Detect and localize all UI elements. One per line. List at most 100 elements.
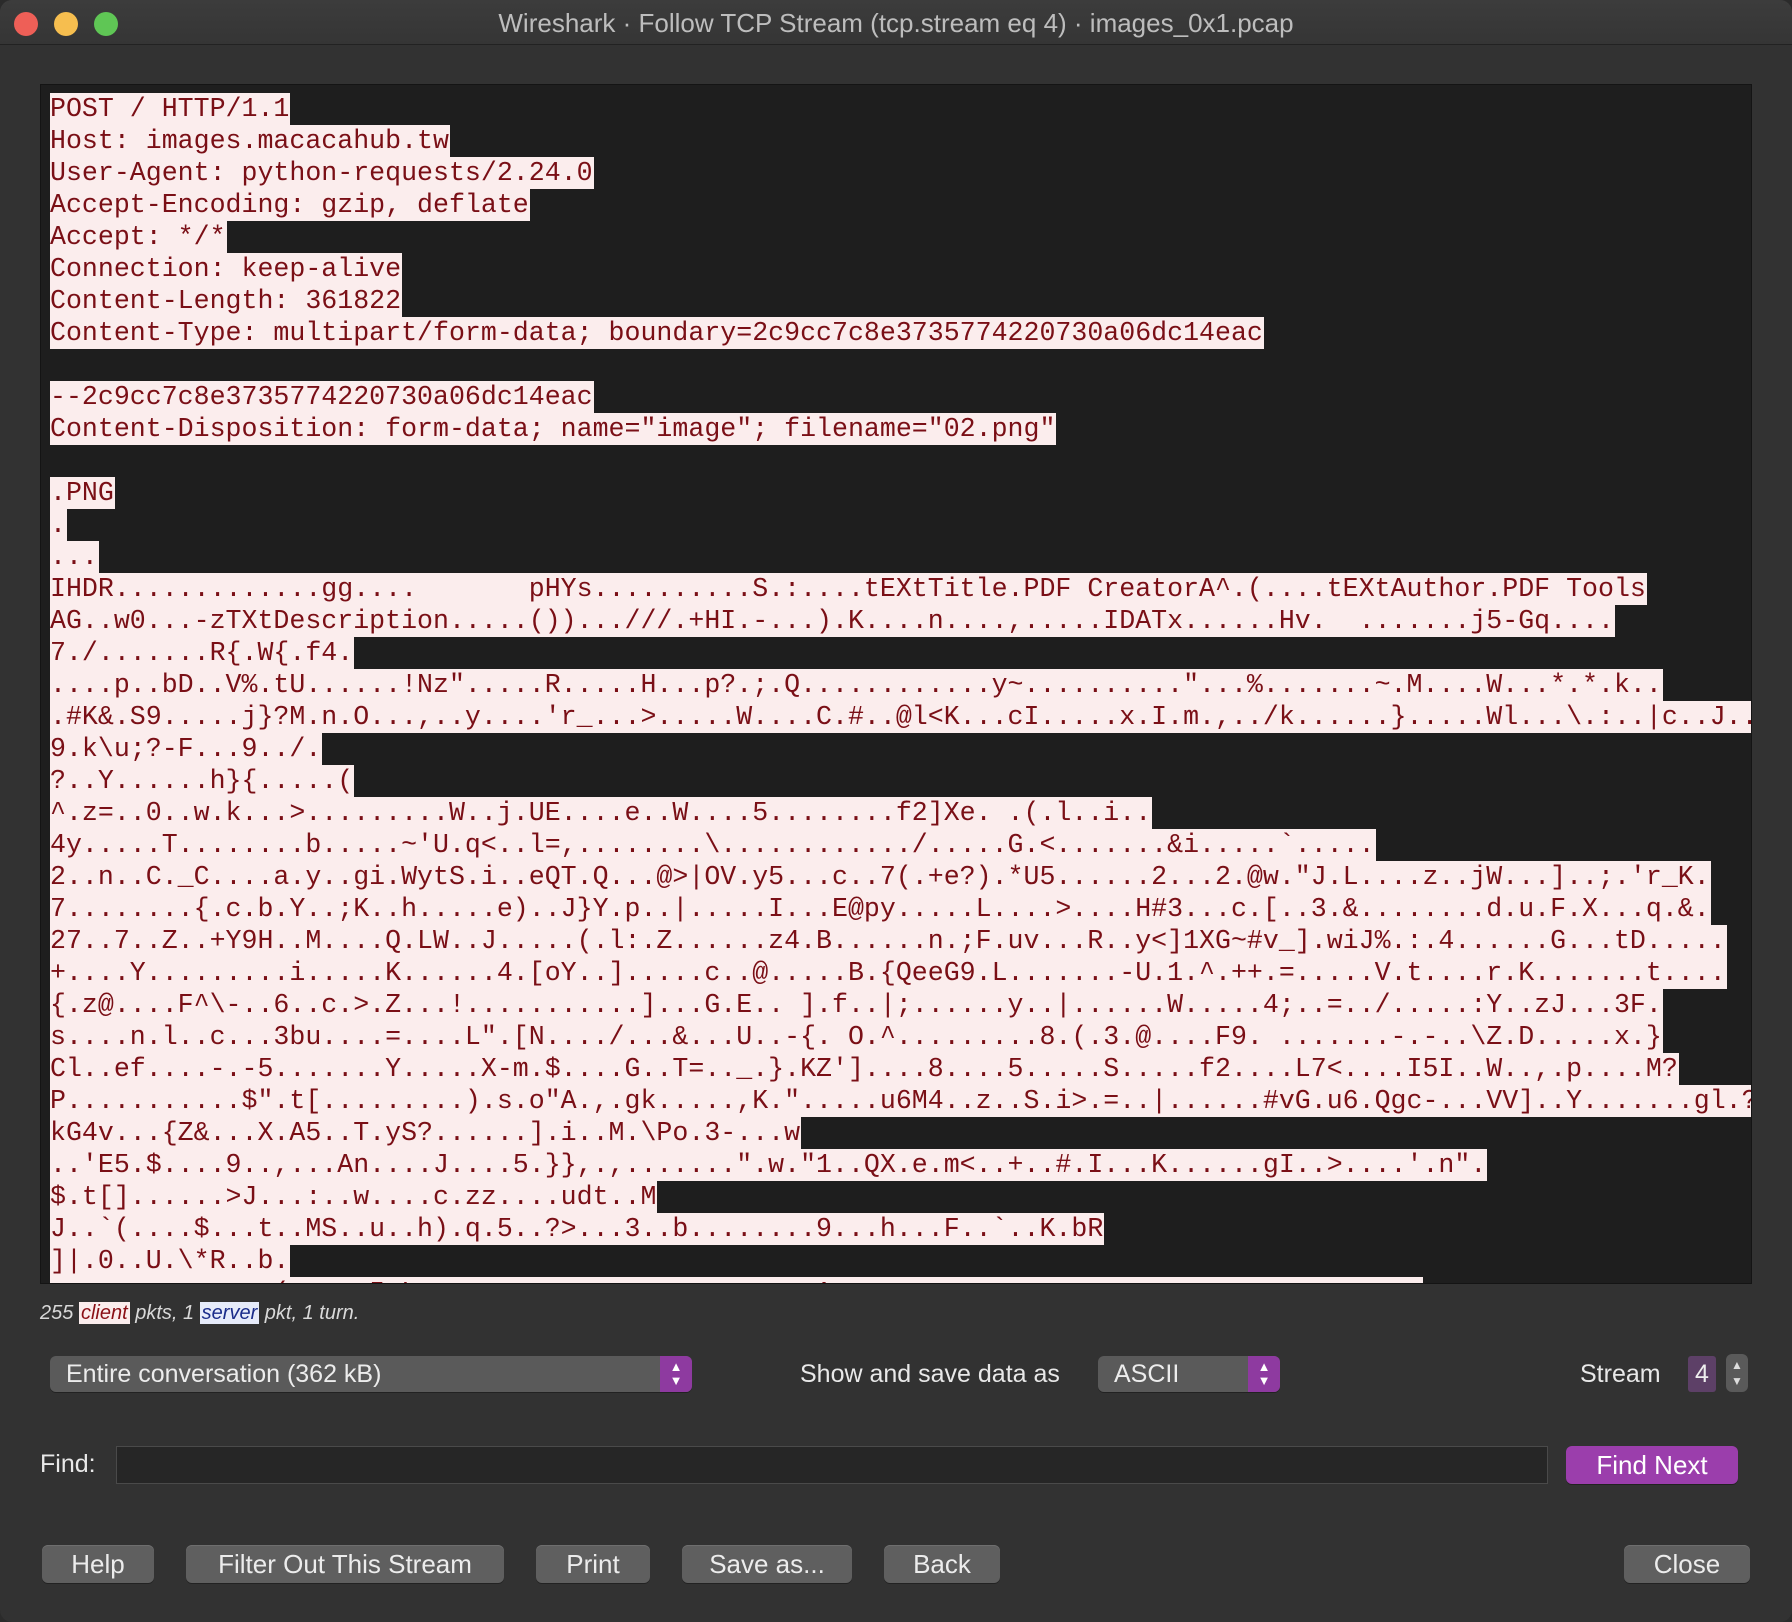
- stream-line-text: ]|.0..U.\*R..b.: [50, 1245, 291, 1277]
- follow-tcp-stream-window: Wireshark · Follow TCP Stream (tcp.strea…: [0, 0, 1792, 1622]
- stream-line: Cl..ef....-.-5.......Y.....X-m.$....G..T…: [50, 1053, 1751, 1085]
- stream-line: --2c9cc7c8e3735774220730a06dc14eac: [50, 381, 1751, 413]
- stream-line-text: --2c9cc7c8e3735774220730a06dc14eac: [50, 381, 594, 413]
- data-format-value: ASCII: [1114, 1360, 1180, 1388]
- stream-line-text: Cl..ef....-.-5.......Y.....X-m.$....G..T…: [50, 1053, 1679, 1085]
- stream-line: 9.k\u;?-F...9../.: [50, 733, 1751, 765]
- stream-text: POST / HTTP/1.1 Host: images.macacahub.tw…: [50, 93, 1751, 1283]
- conversation-select-value: Entire conversation (362 kB): [66, 1360, 382, 1388]
- stream-line-text: J..`(....$...t..MS..u..h).q.5..?>...3..b…: [50, 1213, 1105, 1245]
- stream-line-text: ...: [50, 541, 99, 573]
- stream-line: +....Y.........i.....K......4.[oY..]....…: [50, 957, 1751, 989]
- stream-line-text: User-Agent: python-requests/2.24.0: [50, 157, 594, 189]
- stream-line-text: Content-Disposition: form-data; name="im…: [50, 413, 1057, 445]
- stream-line-text: 2..n..C._C....a.y..gi.WytS.i..eQT.Q...@>…: [50, 861, 1711, 893]
- stream-line-text: kG4v...{Z&...X.A5..T.yS?......].i..M.\Po…: [50, 1117, 802, 1149]
- server-label: server: [199, 1302, 260, 1324]
- stream-line: ....p..bD..V%.tU......!Nz".....R.....H..…: [50, 669, 1751, 701]
- stream-line: J..`(....$...t..MS..u..h).q.5..?>...3..b…: [50, 1213, 1751, 1245]
- stream-content-view[interactable]: POST / HTTP/1.1 Host: images.macacahub.tw…: [40, 84, 1752, 1284]
- stream-line: Content-Disposition: form-data; name="im…: [50, 413, 1751, 445]
- stream-line: 7........{.c.b.Y..;K..h.....e)..J}Y.p..|…: [50, 893, 1751, 925]
- stream-line: IHDR.............gg.... pHYs..........S.…: [50, 573, 1751, 605]
- stream-line: [50, 349, 1751, 381]
- stream-line: ...: [50, 541, 1751, 573]
- stream-line: ..'E5.$....9..,...An....J....5.}},.,....…: [50, 1149, 1751, 1181]
- client-label: client: [78, 1302, 130, 1324]
- stepper-up-icon[interactable]: ▲: [1731, 1358, 1743, 1372]
- stream-line: ]|.0..U.\*R..b.: [50, 1245, 1751, 1277]
- stream-line-text: +....Y.........i.....K......4.[oY..]....…: [50, 957, 1727, 989]
- stream-line: P...........$".t[.........).s.o"A.,.gk..…: [50, 1085, 1751, 1117]
- find-label: Find:: [40, 1450, 96, 1478]
- stream-line-text: {.z@....F^\-..6..c.>.Z...!...........]..…: [50, 989, 1663, 1021]
- stats-prefix: 255: [40, 1302, 79, 1324]
- stream-line: Content-Length: 361822: [50, 285, 1751, 317]
- stream-line-text: ....p..bD..V%.tU......!Nz".....R.....H..…: [50, 669, 1663, 701]
- stream-stepper[interactable]: ▲ ▼: [1726, 1354, 1748, 1392]
- stream-number-field[interactable]: 4: [1688, 1356, 1716, 1392]
- save-as-button[interactable]: Save as...: [682, 1545, 852, 1583]
- stream-line-text: Host: images.macacahub.tw: [50, 125, 450, 157]
- stream-line: [50, 445, 1751, 477]
- stream-line-text: .PNG: [50, 477, 115, 509]
- stream-line-text: .#K&.S9.....j}?M.n.O...,..y....'r_...>..…: [50, 701, 1751, 733]
- stream-line-text: Content-Length: 361822: [50, 285, 403, 317]
- stream-line-text: IHDR.............gg.... pHYs..........S.…: [50, 573, 1647, 605]
- stream-line: .#K&.S9.....j}?M.n.O...,..y....'r_...>..…: [50, 701, 1751, 733]
- chevron-updown-icon: ▲ ▼: [660, 1356, 692, 1392]
- stream-line-text: 7./.......R{.W{.f4.: [50, 637, 355, 669]
- stream-line: ..........,...(.....5.L.................…: [50, 1277, 1751, 1283]
- stream-line-text: $.t[]......>J...:..w....c.zz....udt..M: [50, 1181, 658, 1213]
- stream-line-text: 4y.....T........b.....~'U.q<..l=,.......…: [50, 829, 1376, 861]
- find-input[interactable]: [116, 1446, 1548, 1484]
- stream-line: .: [50, 509, 1751, 541]
- stream-line-text: AG..w0...-zTXtDescription.....())...///.…: [50, 605, 1615, 637]
- chevron-updown-icon: ▲ ▼: [1248, 1356, 1280, 1392]
- back-button[interactable]: Back: [884, 1545, 1000, 1583]
- stream-line-text: 7........{.c.b.Y..;K..h.....e)..J}Y.p..|…: [50, 893, 1711, 925]
- stream-line-text: Accept-Encoding: gzip, deflate: [50, 189, 530, 221]
- stream-line-text: .: [50, 509, 67, 541]
- title-bar: Wireshark · Follow TCP Stream (tcp.strea…: [0, 0, 1792, 45]
- stream-line-text: POST / HTTP/1.1: [50, 93, 291, 125]
- stream-line: AG..w0...-zTXtDescription.....())...///.…: [50, 605, 1751, 637]
- stream-line: Accept-Encoding: gzip, deflate: [50, 189, 1751, 221]
- stream-line: Content-Type: multipart/form-data; bound…: [50, 317, 1751, 349]
- print-button[interactable]: Print: [536, 1545, 650, 1583]
- close-button[interactable]: Close: [1624, 1545, 1750, 1583]
- stream-line: kG4v...{Z&...X.A5..T.yS?......].i..M.\Po…: [50, 1117, 1751, 1149]
- stream-line: ^.z=..0..w.k...>.........W..j.UE....e..W…: [50, 797, 1751, 829]
- stream-line-text: Content-Type: multipart/form-data; bound…: [50, 317, 1264, 349]
- help-button[interactable]: Help: [42, 1545, 154, 1583]
- conversation-select[interactable]: Entire conversation (362 kB) ▲ ▼: [50, 1356, 692, 1392]
- stream-line: ?..Y......h}{.....(: [50, 765, 1751, 797]
- stream-line: {.z@....F^\-..6..c.>.Z...!...........]..…: [50, 989, 1751, 1021]
- stream-line: Accept: */*: [50, 221, 1751, 253]
- stats-suffix: pkt, 1 turn.: [259, 1302, 360, 1324]
- stream-line: s....n.l..c...3bu....=....L".[N..../...&…: [50, 1021, 1751, 1053]
- stream-line-text: 9.k\u;?-F...9../.: [50, 733, 323, 765]
- stream-line-text: ..........,...(.....5.L.................…: [50, 1277, 1424, 1283]
- stream-line-text: ^.z=..0..w.k...>.........W..j.UE....e..W…: [50, 797, 1153, 829]
- stream-line: 2..n..C._C....a.y..gi.WytS.i..eQT.Q...@>…: [50, 861, 1751, 893]
- stream-line: POST / HTTP/1.1: [50, 93, 1751, 125]
- filter-out-stream-button[interactable]: Filter Out This Stream: [186, 1545, 504, 1583]
- stream-line-text: Connection: keep-alive: [50, 253, 403, 285]
- stats-middle: pkts, 1: [129, 1302, 200, 1324]
- stream-line: .PNG: [50, 477, 1751, 509]
- stream-line-text: ..'E5.$....9..,...An....J....5.}},.,....…: [50, 1149, 1488, 1181]
- find-next-button[interactable]: Find Next: [1566, 1446, 1738, 1484]
- data-format-select[interactable]: ASCII ▲ ▼: [1098, 1356, 1280, 1392]
- stream-line: Connection: keep-alive: [50, 253, 1751, 285]
- stream-line: $.t[]......>J...:..w....c.zz....udt..M: [50, 1181, 1751, 1213]
- stream-line-text: Accept: */*: [50, 221, 227, 253]
- stream-label: Stream: [1580, 1360, 1661, 1388]
- stream-line-text: s....n.l..c...3bu....=....L".[N..../...&…: [50, 1021, 1663, 1053]
- stream-line: 4y.....T........b.....~'U.q<..l=,.......…: [50, 829, 1751, 861]
- stepper-down-icon[interactable]: ▼: [1731, 1374, 1743, 1388]
- window-title: Wireshark · Follow TCP Stream (tcp.strea…: [498, 8, 1294, 38]
- stream-line-text: 27..7..Z..+Y9H..M....Q.LW..J.....(.l:.Z.…: [50, 925, 1727, 957]
- stream-line: User-Agent: python-requests/2.24.0: [50, 157, 1751, 189]
- stream-line: Host: images.macacahub.tw: [50, 125, 1751, 157]
